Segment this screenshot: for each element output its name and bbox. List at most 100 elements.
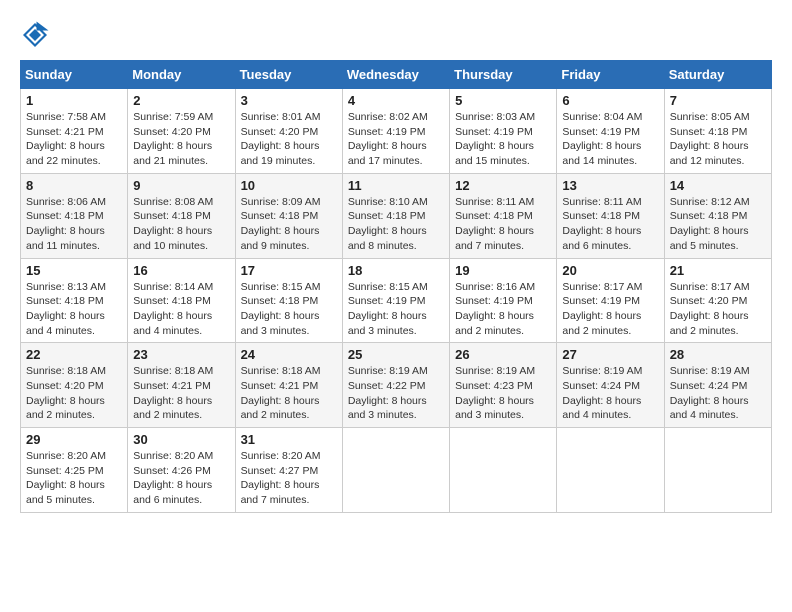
empty-cell — [450, 428, 557, 513]
day-number: 21 — [670, 263, 766, 278]
day-number: 7 — [670, 93, 766, 108]
day-info: Sunrise: 8:09 AMSunset: 4:18 PMDaylight:… — [241, 195, 337, 254]
day-info: Sunrise: 8:19 AMSunset: 4:24 PMDaylight:… — [562, 364, 658, 423]
day-info: Sunrise: 8:19 AMSunset: 4:23 PMDaylight:… — [455, 364, 551, 423]
day-number: 26 — [455, 347, 551, 362]
day-info: Sunrise: 8:04 AMSunset: 4:19 PMDaylight:… — [562, 110, 658, 169]
day-cell-14: 14 Sunrise: 8:12 AMSunset: 4:18 PMDayligh… — [664, 173, 771, 258]
day-number: 24 — [241, 347, 337, 362]
day-cell-18: 18 Sunrise: 8:15 AMSunset: 4:19 PMDayligh… — [342, 258, 449, 343]
day-cell-27: 27 Sunrise: 8:19 AMSunset: 4:24 PMDayligh… — [557, 343, 664, 428]
day-number: 27 — [562, 347, 658, 362]
day-number: 12 — [455, 178, 551, 193]
day-number: 18 — [348, 263, 444, 278]
column-header-thursday: Thursday — [450, 61, 557, 89]
day-number: 17 — [241, 263, 337, 278]
day-number: 29 — [26, 432, 122, 447]
day-info: Sunrise: 8:08 AMSunset: 4:18 PMDaylight:… — [133, 195, 229, 254]
day-cell-30: 30 Sunrise: 8:20 AMSunset: 4:26 PMDayligh… — [128, 428, 235, 513]
day-info: Sunrise: 8:14 AMSunset: 4:18 PMDaylight:… — [133, 280, 229, 339]
day-number: 9 — [133, 178, 229, 193]
day-cell-28: 28 Sunrise: 8:19 AMSunset: 4:24 PMDayligh… — [664, 343, 771, 428]
day-number: 20 — [562, 263, 658, 278]
day-cell-24: 24 Sunrise: 8:18 AMSunset: 4:21 PMDayligh… — [235, 343, 342, 428]
day-info: Sunrise: 7:58 AMSunset: 4:21 PMDaylight:… — [26, 110, 122, 169]
week-row-4: 22Sunrise: 8:18 AMSunset: 4:20 PMDayligh… — [21, 343, 772, 428]
day-info: Sunrise: 8:10 AMSunset: 4:18 PMDaylight:… — [348, 195, 444, 254]
page-header — [20, 20, 772, 50]
day-number: 4 — [348, 93, 444, 108]
week-row-1: 1 Sunrise: 7:58 AMSunset: 4:21 PMDaylight… — [21, 89, 772, 174]
logo-icon — [20, 20, 50, 50]
day-number: 8 — [26, 178, 122, 193]
day-number: 28 — [670, 347, 766, 362]
day-info: Sunrise: 8:20 AMSunset: 4:25 PMDaylight:… — [26, 449, 122, 508]
day-info: Sunrise: 8:20 AMSunset: 4:27 PMDaylight:… — [241, 449, 337, 508]
day-cell-23: 23Sunrise: 8:18 AMSunset: 4:21 PMDayligh… — [128, 343, 235, 428]
day-cell-17: 17 Sunrise: 8:15 AMSunset: 4:18 PMDayligh… — [235, 258, 342, 343]
day-number: 2 — [133, 93, 229, 108]
day-cell-25: 25Sunrise: 8:19 AMSunset: 4:22 PMDayligh… — [342, 343, 449, 428]
calendar-header-row: SundayMondayTuesdayWednesdayThursdayFrid… — [21, 61, 772, 89]
day-cell-1: 1 Sunrise: 7:58 AMSunset: 4:21 PMDaylight… — [21, 89, 128, 174]
day-cell-31: 31 Sunrise: 8:20 AMSunset: 4:27 PMDayligh… — [235, 428, 342, 513]
day-cell-16: 16 Sunrise: 8:14 AMSunset: 4:18 PMDayligh… — [128, 258, 235, 343]
day-cell-15: 15 Sunrise: 8:13 AMSunset: 4:18 PMDayligh… — [21, 258, 128, 343]
column-header-wednesday: Wednesday — [342, 61, 449, 89]
column-header-saturday: Saturday — [664, 61, 771, 89]
day-cell-21: 21 Sunrise: 8:17 AMSunset: 4:20 PMDayligh… — [664, 258, 771, 343]
day-info: Sunrise: 8:17 AMSunset: 4:20 PMDaylight:… — [670, 280, 766, 339]
day-number: 22 — [26, 347, 122, 362]
day-number: 31 — [241, 432, 337, 447]
day-cell-8: 8Sunrise: 8:06 AMSunset: 4:18 PMDaylight… — [21, 173, 128, 258]
day-number: 19 — [455, 263, 551, 278]
logo — [20, 20, 54, 50]
empty-cell — [664, 428, 771, 513]
column-header-monday: Monday — [128, 61, 235, 89]
week-row-5: 29 Sunrise: 8:20 AMSunset: 4:25 PMDayligh… — [21, 428, 772, 513]
day-info: Sunrise: 8:15 AMSunset: 4:18 PMDaylight:… — [241, 280, 337, 339]
day-info: Sunrise: 8:20 AMSunset: 4:26 PMDaylight:… — [133, 449, 229, 508]
day-cell-4: 4 Sunrise: 8:02 AMSunset: 4:19 PMDaylight… — [342, 89, 449, 174]
day-cell-26: 26 Sunrise: 8:19 AMSunset: 4:23 PMDayligh… — [450, 343, 557, 428]
day-cell-11: 11 Sunrise: 8:10 AMSunset: 4:18 PMDayligh… — [342, 173, 449, 258]
day-number: 25 — [348, 347, 444, 362]
day-number: 5 — [455, 93, 551, 108]
day-number: 13 — [562, 178, 658, 193]
day-info: Sunrise: 8:17 AMSunset: 4:19 PMDaylight:… — [562, 280, 658, 339]
day-info: Sunrise: 8:19 AMSunset: 4:24 PMDaylight:… — [670, 364, 766, 423]
day-info: Sunrise: 8:18 AMSunset: 4:21 PMDaylight:… — [133, 364, 229, 423]
column-header-friday: Friday — [557, 61, 664, 89]
day-number: 16 — [133, 263, 229, 278]
day-info: Sunrise: 8:18 AMSunset: 4:21 PMDaylight:… — [241, 364, 337, 423]
day-cell-3: 3Sunrise: 8:01 AMSunset: 4:20 PMDaylight… — [235, 89, 342, 174]
week-row-3: 15 Sunrise: 8:13 AMSunset: 4:18 PMDayligh… — [21, 258, 772, 343]
day-info: Sunrise: 8:05 AMSunset: 4:18 PMDaylight:… — [670, 110, 766, 169]
day-number: 10 — [241, 178, 337, 193]
day-cell-12: 12 Sunrise: 8:11 AMSunset: 4:18 PMDayligh… — [450, 173, 557, 258]
day-cell-22: 22Sunrise: 8:18 AMSunset: 4:20 PMDayligh… — [21, 343, 128, 428]
day-info: Sunrise: 8:02 AMSunset: 4:19 PMDaylight:… — [348, 110, 444, 169]
day-info: Sunrise: 8:11 AMSunset: 4:18 PMDaylight:… — [455, 195, 551, 254]
day-number: 1 — [26, 93, 122, 108]
day-info: Sunrise: 8:01 AMSunset: 4:20 PMDaylight:… — [241, 110, 337, 169]
day-cell-9: 9 Sunrise: 8:08 AMSunset: 4:18 PMDaylight… — [128, 173, 235, 258]
column-header-tuesday: Tuesday — [235, 61, 342, 89]
day-info: Sunrise: 8:13 AMSunset: 4:18 PMDaylight:… — [26, 280, 122, 339]
day-cell-2: 2 Sunrise: 7:59 AMSunset: 4:20 PMDaylight… — [128, 89, 235, 174]
empty-cell — [557, 428, 664, 513]
day-cell-13: 13Sunrise: 8:11 AMSunset: 4:18 PMDayligh… — [557, 173, 664, 258]
day-number: 15 — [26, 263, 122, 278]
day-number: 11 — [348, 178, 444, 193]
day-info: Sunrise: 8:15 AMSunset: 4:19 PMDaylight:… — [348, 280, 444, 339]
week-row-2: 8Sunrise: 8:06 AMSunset: 4:18 PMDaylight… — [21, 173, 772, 258]
day-cell-20: 20 Sunrise: 8:17 AMSunset: 4:19 PMDayligh… — [557, 258, 664, 343]
day-cell-29: 29 Sunrise: 8:20 AMSunset: 4:25 PMDayligh… — [21, 428, 128, 513]
day-number: 6 — [562, 93, 658, 108]
day-info: Sunrise: 7:59 AMSunset: 4:20 PMDaylight:… — [133, 110, 229, 169]
day-cell-5: 5 Sunrise: 8:03 AMSunset: 4:19 PMDaylight… — [450, 89, 557, 174]
day-info: Sunrise: 8:03 AMSunset: 4:19 PMDaylight:… — [455, 110, 551, 169]
day-info: Sunrise: 8:12 AMSunset: 4:18 PMDaylight:… — [670, 195, 766, 254]
day-number: 30 — [133, 432, 229, 447]
day-number: 14 — [670, 178, 766, 193]
